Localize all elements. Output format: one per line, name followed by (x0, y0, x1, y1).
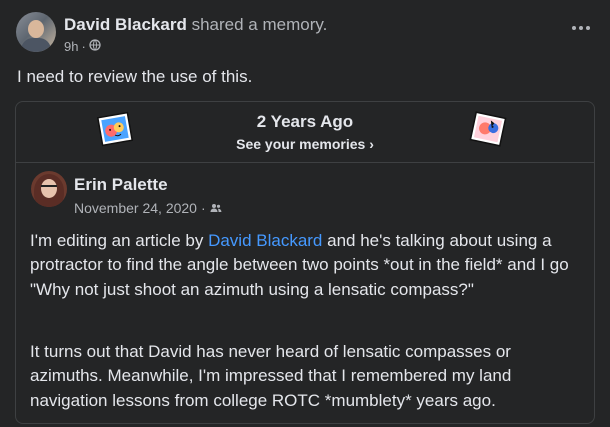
avatar-face (28, 20, 44, 38)
avatar-shirt (21, 38, 51, 52)
shared-post-paragraph: It turns out that David has never heard … (30, 342, 512, 410)
see-memories-label: See your memories (236, 136, 366, 152)
memory-banner[interactable]: 2 Years Ago See your memories › (16, 102, 594, 163)
post-time[interactable]: 9h (64, 39, 78, 54)
post-text: I need to review the use of this. (17, 67, 253, 86)
mention-link[interactable]: David Blackard (208, 231, 322, 250)
globe-icon-svg (89, 39, 101, 51)
shared-author-link[interactable]: Erin Palette (74, 175, 168, 195)
friends-icon-svg (210, 204, 222, 212)
more-options-icon[interactable] (568, 18, 594, 38)
post-header-line: David Blackard shared a memory. (64, 15, 327, 35)
chevron-right-icon: › (369, 136, 374, 152)
friends-icon[interactable] (210, 200, 222, 216)
shared-author-avatar[interactable] (31, 171, 67, 207)
shared-post-paragraph: I'm editing an article by David Blackard… (30, 229, 586, 302)
meta-separator: · (81, 39, 86, 54)
memory-sticker-icon (469, 111, 507, 147)
more-dot (586, 26, 590, 30)
post-author-link[interactable]: David Blackard (64, 15, 187, 34)
memory-card: 2 Years Ago See your memories › Erin Pal… (15, 101, 595, 424)
more-dot (579, 26, 583, 30)
avatar-glasses (41, 185, 57, 191)
see-memories-link[interactable]: See your memories › (16, 136, 594, 152)
shared-post-meta: November 24, 2020 · (74, 200, 222, 216)
globe-icon[interactable] (89, 39, 101, 54)
meta-separator: · (200, 200, 206, 216)
post-action-text: shared a memory. (191, 15, 328, 34)
paragraph-text: I'm editing an article by (30, 231, 209, 250)
post-header: David Blackard shared a memory. 9h · (16, 12, 596, 56)
more-dot (572, 26, 576, 30)
avatar[interactable] (16, 12, 56, 52)
shared-post-date[interactable]: November 24, 2020 (74, 200, 197, 216)
post-meta: 9h · (64, 39, 101, 54)
memory-title: 2 Years Ago (256, 112, 354, 131)
